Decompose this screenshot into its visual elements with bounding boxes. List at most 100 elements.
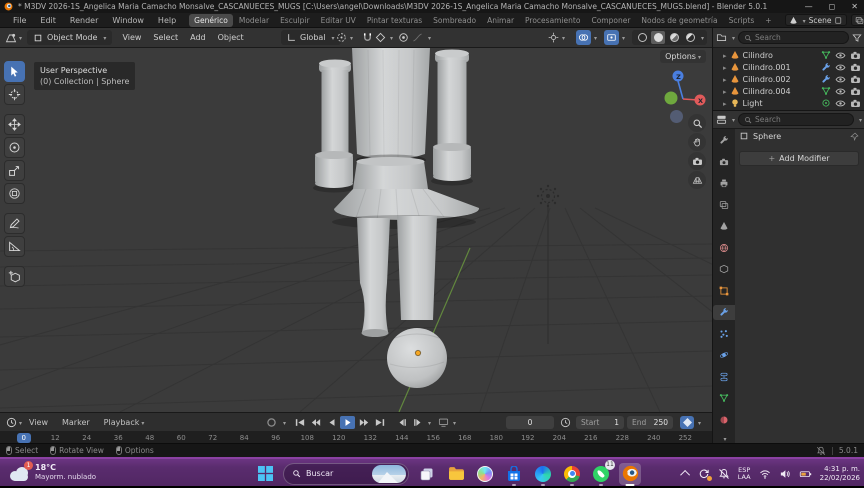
workspace-tab-procesamiento[interactable]: Procesamiento: [520, 14, 585, 27]
workspace-tab-esculpir[interactable]: Esculpir: [275, 14, 315, 27]
workspace-tab-pintar-texturas[interactable]: Pintar texturas: [362, 14, 427, 27]
viewport-menu-add[interactable]: Add: [184, 33, 212, 42]
pin-icon[interactable]: [850, 132, 859, 141]
filter-funnel-icon[interactable]: [852, 33, 862, 43]
properties-search-input[interactable]: Search: [738, 113, 854, 126]
update-sync-icon[interactable]: [698, 468, 712, 481]
auto-keying-button[interactable]: [264, 416, 279, 429]
cursor-tool[interactable]: [4, 84, 25, 105]
editor-type-caret[interactable]: [17, 33, 22, 42]
notifications-muted-icon[interactable]: [816, 446, 826, 456]
outliner-row-cilindro-002[interactable]: Cilindro.002: [713, 73, 864, 85]
copilot-icon[interactable]: [474, 463, 496, 485]
shading-rendered-button[interactable]: [683, 31, 697, 44]
workspace-tab-modelar[interactable]: Modelar: [234, 14, 274, 27]
viewport-menu-object[interactable]: Object: [212, 33, 250, 42]
scale-tool[interactable]: [4, 160, 25, 181]
expand-icon[interactable]: [723, 63, 727, 72]
annotate-tool[interactable]: [4, 213, 25, 234]
nutcracker-model[interactable]: [313, 48, 480, 388]
chrome-icon[interactable]: [561, 463, 583, 486]
minimize-button[interactable]: —: [805, 2, 813, 11]
workspace-tab-componer[interactable]: Componer: [586, 14, 635, 27]
show-gizmo-icon[interactable]: [548, 32, 559, 43]
viewport-menu-select[interactable]: Select: [147, 33, 184, 42]
workspace-tab-sombreado[interactable]: Sombreado: [428, 14, 481, 27]
frame-forward-button[interactable]: [410, 416, 425, 429]
jump-to-end-button[interactable]: [372, 416, 387, 429]
file-explorer-icon[interactable]: [445, 463, 467, 485]
snap-magnet-icon[interactable]: [362, 32, 373, 43]
outliner-row-light[interactable]: Light: [713, 97, 864, 109]
previous-keyframe-button[interactable]: [308, 416, 323, 429]
disable-render-icon[interactable]: [850, 50, 861, 61]
gizmo-minus-z-axis[interactable]: [670, 110, 683, 123]
wifi-icon[interactable]: [759, 468, 771, 480]
tab-scene[interactable]: [713, 219, 735, 234]
light-object[interactable]: [536, 184, 560, 344]
tab-modifiers[interactable]: [713, 305, 735, 320]
maximize-button[interactable]: ◻: [829, 2, 836, 11]
workspace-tab-animar[interactable]: Animar: [482, 14, 519, 27]
sync-caret[interactable]: [451, 418, 456, 427]
mode-dropdown[interactable]: Object Mode: [27, 30, 113, 45]
timeline-menu-marker[interactable]: Marker: [55, 418, 97, 427]
measure-tool[interactable]: [4, 236, 25, 257]
weather-widget[interactable]: 1 18°C Mayorm. nublado: [0, 460, 96, 482]
workspace-tab-generico[interactable]: Genérico: [189, 13, 233, 27]
tab-collection[interactable]: [713, 262, 735, 277]
falloff-caret[interactable]: [426, 33, 431, 42]
frame-end-field[interactable]: End 250: [627, 415, 673, 429]
menu-file[interactable]: File: [6, 16, 33, 25]
tab-render[interactable]: [713, 155, 735, 170]
falloff-icon[interactable]: [412, 32, 423, 43]
keying-caret[interactable]: [281, 418, 286, 427]
keying-set-icon[interactable]: [680, 415, 694, 429]
scene-browse-caret[interactable]: [801, 16, 806, 25]
frame-start-field[interactable]: Start 1: [576, 415, 624, 429]
viewlayer-selector[interactable]: ViewLayer: [851, 14, 864, 26]
viewport-canvas[interactable]: User Perspective (0) Collection | Sphere…: [0, 48, 712, 412]
task-view-button[interactable]: [416, 463, 438, 485]
object-name[interactable]: Light: [743, 99, 763, 108]
add-primitive-tool[interactable]: [4, 266, 25, 287]
menu-edit[interactable]: Edit: [33, 16, 63, 25]
viewport-menu-view[interactable]: View: [116, 33, 147, 42]
scene-name[interactable]: Scene: [809, 16, 832, 25]
do-not-disturb-icon[interactable]: [718, 468, 730, 480]
disable-render-icon[interactable]: [850, 62, 861, 73]
gizmo-y-axis[interactable]: [664, 91, 678, 105]
frame-step-caret[interactable]: [426, 418, 431, 427]
blender-taskbar-icon[interactable]: [619, 462, 641, 486]
battery-icon[interactable]: [799, 468, 812, 480]
add-workspace-button[interactable]: +: [760, 14, 776, 27]
menu-window[interactable]: Window: [105, 16, 151, 25]
properties-options-caret[interactable]: [857, 115, 862, 125]
keying-set-caret[interactable]: [696, 418, 701, 427]
window-titlebar[interactable]: * M3DV 2026-1S_Angelica Maria Camacho Mo…: [0, 0, 864, 13]
shading-solid-button[interactable]: [651, 31, 665, 44]
properties-editor-caret[interactable]: [730, 115, 735, 125]
transform-orientation-dropdown[interactable]: Global: [281, 30, 341, 45]
navigation-gizmo[interactable]: Z X: [655, 58, 711, 114]
expand-icon[interactable]: [723, 51, 727, 60]
hide-eye-icon[interactable]: [835, 50, 846, 61]
xray-caret[interactable]: [620, 33, 625, 42]
tab-constraints[interactable]: [713, 370, 735, 385]
breadcrumb-object-name[interactable]: Sphere: [753, 132, 781, 141]
object-name[interactable]: Cilindro.001: [743, 63, 791, 72]
overlays-caret[interactable]: [592, 33, 597, 42]
tab-object[interactable]: [713, 284, 735, 299]
object-name[interactable]: Cilindro.002: [743, 75, 791, 84]
outliner-search-input[interactable]: Search: [738, 31, 849, 44]
camera-view-icon[interactable]: [688, 152, 706, 170]
properties-editor-icon[interactable]: [716, 114, 727, 125]
proportional-edit-icon[interactable]: [398, 32, 409, 43]
tab-tool[interactable]: [713, 133, 735, 148]
ortho-toggle-icon[interactable]: [688, 171, 706, 189]
tab-view-layer[interactable]: [713, 198, 735, 213]
close-button[interactable]: ✕: [851, 2, 858, 11]
hidden-icons-chevron[interactable]: [679, 469, 690, 480]
shading-material-button[interactable]: [667, 31, 681, 44]
microsoft-store-icon[interactable]: [503, 463, 525, 486]
